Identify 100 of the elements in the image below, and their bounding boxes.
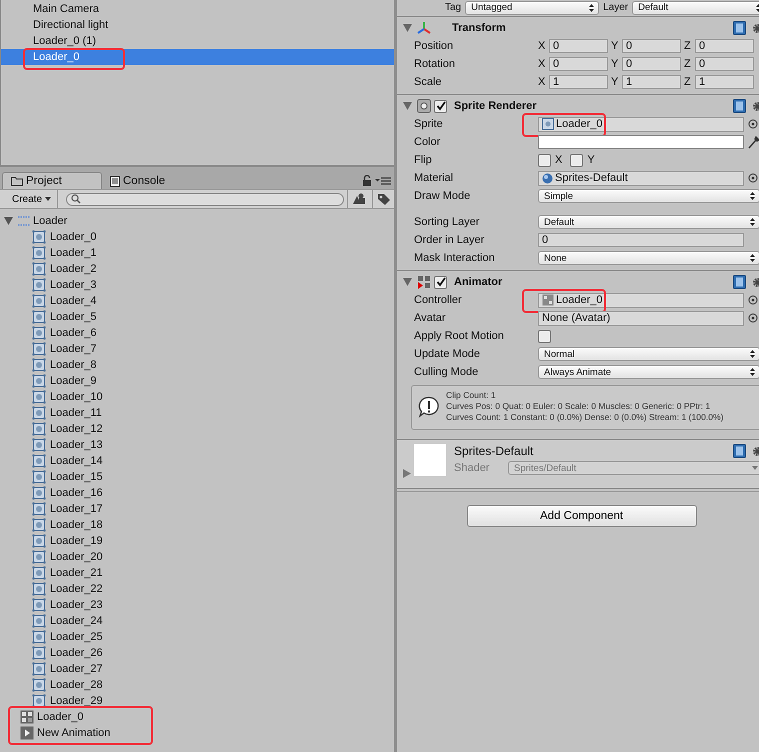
search-field[interactable] — [66, 192, 344, 206]
dropdown[interactable]: Always Animate — [538, 365, 759, 379]
property-label: Sorting Layer — [414, 216, 480, 228]
target-icon[interactable] — [748, 173, 758, 183]
sprite-asset-item[interactable]: Loader_29 — [0, 693, 394, 709]
up-down-arrows-icon — [750, 350, 755, 358]
number-field[interactable]: 0 — [538, 233, 744, 247]
info-icon — [418, 396, 440, 418]
sprite-asset-item[interactable]: Loader_26 — [0, 645, 394, 661]
hierarchy-item[interactable]: Directional light — [1, 17, 394, 33]
number-field[interactable]: 1 — [622, 75, 681, 89]
sprite-asset-item[interactable]: Loader_9 — [0, 373, 394, 389]
target-icon[interactable] — [748, 119, 758, 129]
flip-checkbox[interactable] — [538, 154, 551, 166]
sprite-asset-item[interactable]: Loader_8 — [0, 357, 394, 373]
hierarchy-item[interactable]: Loader_0 — [1, 49, 394, 65]
animation-asset-item[interactable]: New Animation — [0, 725, 394, 741]
dropdown[interactable]: Simple — [538, 189, 759, 203]
number-field[interactable]: 1 — [695, 75, 754, 89]
sprite-asset-item[interactable]: Loader_13 — [0, 437, 394, 453]
sprite-asset-item[interactable]: Loader_7 — [0, 341, 394, 357]
collapse-triangle-icon[interactable] — [403, 278, 412, 286]
dropdown[interactable]: None — [538, 251, 759, 265]
sprite-asset-item[interactable]: Loader_14 — [0, 453, 394, 469]
sprite-asset-item[interactable]: Loader_15 — [0, 469, 394, 485]
up-down-arrows-icon — [750, 192, 755, 200]
property-label: Material — [414, 172, 454, 184]
sprite-asset-item[interactable]: Loader_22 — [0, 581, 394, 597]
sprite-icon — [32, 678, 46, 692]
sprite-asset-item[interactable]: Loader_5 — [0, 309, 394, 325]
number-field[interactable]: 0 — [549, 39, 608, 53]
number-field[interactable]: 0 — [695, 39, 754, 53]
expand-triangle-icon[interactable] — [403, 469, 411, 478]
sprite-icon — [32, 422, 46, 436]
panel-tab[interactable]: Project — [2, 172, 102, 189]
number-field[interactable]: 1 — [549, 75, 608, 89]
help-book-icon[interactable] — [733, 444, 746, 458]
number-field[interactable]: 0 — [622, 39, 681, 53]
property-label: Mask Interaction — [414, 252, 496, 264]
object-field[interactable]: Loader_0 — [538, 292, 744, 308]
eyedropper-icon[interactable] — [748, 135, 759, 149]
layer-dropdown[interactable]: Default — [632, 0, 759, 14]
shapes-icon — [352, 193, 366, 205]
sprite-asset-item[interactable]: Loader_6 — [0, 325, 394, 341]
number-field[interactable]: 0 — [695, 57, 754, 71]
sprite-asset-item[interactable]: Loader_21 — [0, 565, 394, 581]
number-field[interactable]: 0 — [549, 57, 608, 71]
flip-checkbox[interactable] — [570, 154, 584, 166]
collapse-triangle-icon[interactable] — [403, 24, 412, 32]
menu-icon[interactable] — [375, 176, 391, 186]
color-field[interactable] — [538, 135, 744, 149]
object-field[interactable]: None (Avatar) — [538, 310, 744, 326]
axis-label: Z — [684, 40, 692, 52]
sprite-asset-item[interactable]: Loader_0 — [0, 229, 394, 245]
sprite-asset-item[interactable]: Loader_2 — [0, 261, 394, 277]
dropdown[interactable]: Normal — [538, 347, 759, 361]
number-field[interactable]: 0 — [622, 57, 681, 71]
sprite-asset-item[interactable]: Loader_4 — [0, 293, 394, 309]
enable-checkbox[interactable] — [434, 100, 447, 112]
panel-tab[interactable]: Console — [102, 173, 200, 189]
component-title: Sprite Renderer — [454, 100, 538, 112]
sprite-asset-item[interactable]: Loader_23 — [0, 597, 394, 613]
sprite-asset-item[interactable]: Loader_16 — [0, 485, 394, 501]
collapse-triangle-icon[interactable] — [403, 102, 412, 110]
sprite-asset-item[interactable]: Loader_10 — [0, 389, 394, 405]
sprite-asset-item[interactable]: Loader_18 — [0, 517, 394, 533]
create-button[interactable]: Create — [2, 190, 58, 208]
help-book-icon[interactable] — [733, 99, 746, 113]
help-book-icon[interactable] — [733, 275, 746, 289]
sprite-asset-item[interactable]: Loader_11 — [0, 405, 394, 421]
sprite-asset-item[interactable]: Loader_28 — [0, 677, 394, 693]
hierarchy-item[interactable]: Loader_0 (1) — [1, 33, 394, 49]
sprite-asset-item[interactable]: Loader_3 — [0, 277, 394, 293]
sprite-asset-item[interactable]: Loader_25 — [0, 629, 394, 645]
sprite-asset-item[interactable]: Loader_19 — [0, 533, 394, 549]
expand-triangle-icon[interactable] — [4, 217, 13, 225]
lock-icon[interactable] — [362, 175, 372, 186]
dropdown[interactable]: Default — [538, 215, 759, 229]
sprite-asset-item[interactable]: Loader_12 — [0, 421, 394, 437]
sprite-asset-item[interactable]: Loader_27 — [0, 661, 394, 677]
tag-dropdown[interactable]: Untagged — [465, 0, 600, 14]
checkbox[interactable] — [538, 330, 551, 342]
sprite-icon — [32, 262, 46, 276]
sprite-asset-item[interactable]: Loader_24 — [0, 613, 394, 629]
controller-asset-item[interactable]: Loader_0 — [0, 709, 394, 725]
add-component-button[interactable]: Add Component — [466, 505, 697, 527]
hierarchy-item[interactable]: Main Camera — [1, 1, 394, 17]
info-text: Clip Count: 1 Curves Pos: 0 Quat: 0 Euler: 0 Scale: 0 Muscles: 0 Generic: 0 PPtr: 1 Curves Count: 1 Constant: 0 (0.0%) Dense: 0 (0.0%) Stream: 1 (100.0%) — [446, 390, 725, 423]
sprite-icon — [32, 598, 46, 612]
enable-checkbox[interactable] — [434, 276, 447, 288]
sprite-asset-item[interactable]: Loader_1 — [0, 245, 394, 261]
sprite-icon — [32, 358, 46, 372]
help-book-icon[interactable] — [733, 21, 746, 35]
sprite-icon — [32, 294, 46, 308]
sprite-asset-item[interactable]: Loader_20 — [0, 549, 394, 565]
axis-label: Z — [684, 58, 692, 70]
folder-item[interactable]: Loader — [0, 213, 394, 229]
sprite-asset-item[interactable]: Loader_17 — [0, 501, 394, 517]
object-field[interactable]: Loader_0 — [538, 116, 744, 132]
object-field[interactable]: Sprites-Default — [538, 170, 744, 186]
